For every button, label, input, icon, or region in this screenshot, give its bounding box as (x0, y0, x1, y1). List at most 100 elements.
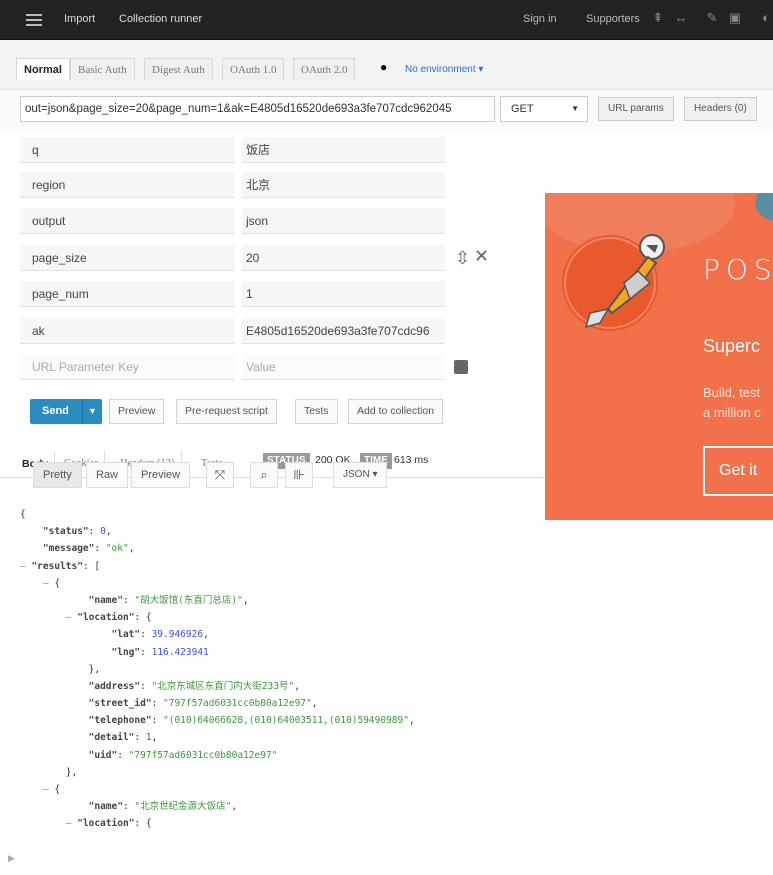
json-punctuation: , (294, 680, 300, 692)
tab-oauth-1[interactable]: OAuth 1.0 (222, 58, 285, 80)
sync-icon[interactable]: ↔ (673, 10, 689, 26)
drag-handle-icon[interactable]: ⇳ (455, 248, 470, 269)
json-punctuation: , (408, 715, 415, 727)
json-punctuation: , (151, 732, 158, 744)
banner-text: Build, test a million c (703, 383, 773, 423)
json-punctuation: , (242, 594, 249, 606)
pretty-button[interactable]: Pretty (33, 462, 82, 488)
param-row: page_num 1 (20, 281, 445, 307)
supporters-button[interactable]: Supporters (586, 13, 640, 25)
search-icon[interactable]: ⌕ (250, 462, 278, 488)
tab-oauth-2[interactable]: OAuth 2.0 (293, 58, 356, 80)
bulk-edit-icon[interactable] (454, 360, 468, 374)
json-string-value: "(010)64066628,(010)64003511,(010)594909… (163, 715, 409, 727)
menu-icon[interactable] (26, 14, 42, 26)
param-value-placeholder[interactable]: Value (242, 354, 445, 380)
collapse-toggle-icon[interactable]: – (66, 818, 77, 829)
tests-button[interactable]: Tests (295, 399, 338, 424)
param-key-field[interactable]: page_num (20, 281, 235, 307)
param-key-field[interactable]: ak (20, 318, 235, 344)
json-line: – "results": [ (20, 558, 540, 575)
window-icon[interactable]: ▣ (727, 10, 743, 26)
raw-button[interactable]: Raw (86, 462, 129, 488)
chevron-down-icon: ▼ (571, 104, 579, 113)
json-line: "name": "北京世纪金源大饭店", (88, 801, 238, 813)
settings-icon[interactable]: ◐ (758, 10, 773, 26)
param-key-field[interactable]: q (20, 137, 235, 163)
param-value-field[interactable]: E4805d16520de693a3fe707cdc96 (242, 318, 445, 344)
json-punctuation: , (105, 526, 112, 538)
banner-subtitle: Superc (703, 336, 761, 356)
add-to-collection-button[interactable]: Add to collection (348, 399, 444, 424)
response-preview-button[interactable]: Preview (131, 462, 191, 488)
close-icon[interactable]: ✕ (474, 246, 489, 267)
method-select[interactable]: GET ▼ (500, 96, 588, 122)
tab-normal[interactable]: Normal (16, 58, 70, 80)
fullscreen-icon[interactable]: ⤧ (206, 462, 234, 488)
interceptor-icon[interactable]: ⇞ (650, 10, 666, 26)
param-value-field[interactable]: json (242, 208, 445, 234)
json-punctuation: }, (65, 766, 78, 778)
send-dropdown-icon[interactable]: ▼ (82, 399, 102, 424)
json-line: – { (20, 781, 540, 798)
pre-request-script-button[interactable]: Pre-request script (176, 399, 277, 424)
param-key-placeholder[interactable]: URL Parameter Key (20, 354, 235, 380)
param-key-field[interactable]: output (20, 208, 235, 234)
json-key: "location" (77, 818, 135, 830)
send-button[interactable]: Send (30, 399, 82, 424)
tab-basic-auth[interactable]: Basic Auth (70, 58, 135, 80)
param-value-field[interactable]: 饭店 (242, 137, 445, 163)
json-line: }, (20, 661, 540, 678)
json-key: "location" (77, 612, 135, 624)
json-line: "address": "北京东城区东直门内大街233号", (88, 680, 300, 692)
sign-in-button[interactable]: Sign in (523, 13, 557, 25)
param-value-field[interactable]: 20 (242, 245, 445, 271)
param-key-field[interactable]: page_size (20, 245, 235, 271)
json-line: – "location": { (20, 815, 540, 832)
banner-text-line: Build, test (703, 385, 761, 400)
param-key-field[interactable]: region (20, 172, 235, 198)
json-key: "address" (88, 680, 141, 692)
json-key: "lng" (111, 646, 141, 658)
banner-title: POS (703, 253, 773, 286)
json-key: "results" (31, 560, 83, 572)
param-value-field[interactable]: 北京 (242, 172, 445, 198)
json-key: "message" (42, 543, 95, 555)
format-select[interactable]: JSON ▾ (333, 462, 388, 488)
json-key: "name" (88, 801, 123, 813)
collection-runner-button[interactable]: Collection runner (119, 13, 202, 25)
json-line: }, (20, 764, 540, 781)
tab-digest-auth[interactable]: Digest Auth (144, 58, 213, 80)
json-line: "detail": 1, (88, 732, 158, 744)
json-string-value: "北京东城区东直门内大街233号" (151, 680, 295, 692)
collapse-toggle-icon[interactable]: – (43, 784, 54, 795)
json-line: "street_id": "797f57ad6031cc0b80a12e97", (88, 698, 318, 710)
json-key: "street_id" (88, 698, 152, 710)
collapse-toggle-icon[interactable]: – (20, 561, 31, 572)
wrench-icon[interactable]: ✎ (704, 10, 720, 26)
param-value-field[interactable]: 1 (242, 281, 445, 307)
param-row: output json (20, 208, 445, 234)
json-punctuation: , (203, 629, 209, 641)
environment-select[interactable]: No environment ▾ (405, 64, 483, 75)
json-line: { (20, 506, 540, 523)
json-line: "telephone": "(010)64066628,(010)6400351… (88, 715, 415, 727)
collapse-toggle-icon[interactable]: – (43, 578, 54, 589)
json-punctuation: : { (134, 818, 152, 830)
sky-shape (755, 193, 773, 223)
json-key: "detail" (88, 732, 135, 744)
json-string-value: "797f57ad6031cc0b80a12e97" (163, 698, 312, 710)
url-input[interactable]: out=json&page_size=20&page_num=1&ak=E480… (20, 96, 495, 122)
collapse-toggle-icon[interactable]: – (66, 612, 77, 623)
param-row-new: URL Parameter Key Value (20, 354, 445, 380)
wrap-icon[interactable]: ⊪ (285, 462, 313, 488)
url-params-button[interactable]: URL params (598, 97, 674, 121)
headers-button[interactable]: Headers (0) (684, 97, 757, 121)
import-button[interactable]: Import (64, 13, 95, 25)
preview-button[interactable]: Preview (109, 399, 165, 424)
eye-icon[interactable]: ● (380, 60, 387, 74)
get-it-button[interactable]: Get it (703, 446, 773, 496)
time-value: 613 ms (394, 454, 429, 466)
expand-sidebar-icon[interactable]: ▶ (8, 853, 15, 864)
json-key: "name" (88, 594, 123, 606)
